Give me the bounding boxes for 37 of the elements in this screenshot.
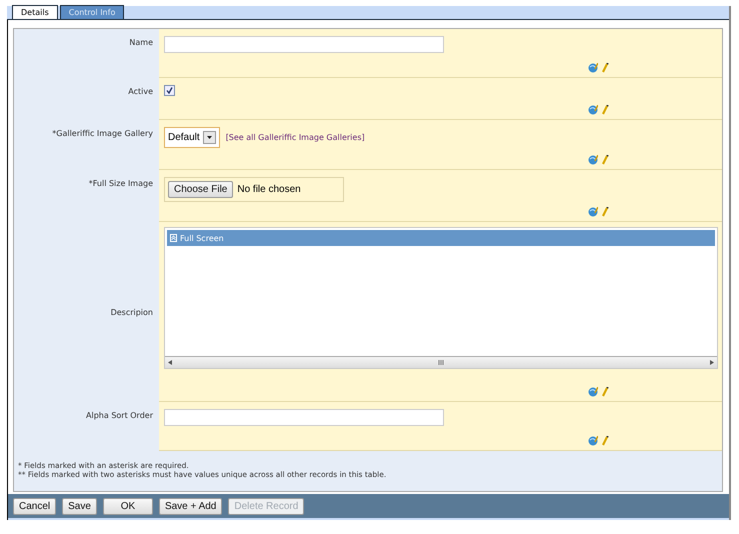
gallery-dropdown[interactable]: Default <box>164 127 220 148</box>
pencil-icon[interactable] <box>601 155 609 165</box>
text-field[interactable] <box>164 36 444 53</box>
checkbox[interactable] <box>164 85 175 96</box>
field-label: Alpha Sort Order <box>85 410 154 420</box>
help-icon[interactable] <box>588 387 598 397</box>
field-label: *Full Size Image <box>88 178 154 188</box>
help-icon[interactable] <box>588 105 598 115</box>
caret-icon <box>206 136 212 139</box>
pencil-icon[interactable] <box>601 387 609 397</box>
scroll-left-icon[interactable] <box>168 360 172 365</box>
file-field[interactable]: Choose File No file chosen <box>164 177 344 202</box>
help-icon[interactable] <box>588 155 598 165</box>
action-button[interactable]: Save <box>62 498 97 514</box>
galleries-link[interactable]: [See all Galleriffic Image Galleries] <box>226 133 365 142</box>
tab[interactable]: Details <box>12 5 58 19</box>
field-label: *Galleriffic Image Gallery <box>51 128 154 138</box>
help-icon[interactable] <box>588 63 598 73</box>
scroll-right-icon[interactable] <box>710 360 714 365</box>
pencil-icon[interactable] <box>601 105 609 115</box>
file-status: No file chosen <box>237 184 301 195</box>
pencil-icon[interactable] <box>601 63 609 73</box>
horizontal-scrollbar[interactable] <box>165 356 717 368</box>
action-button[interactable]: Cancel <box>13 498 56 514</box>
chevrons-up-icon <box>170 234 177 242</box>
pencil-icon[interactable] <box>601 436 609 446</box>
field-label: Name <box>128 37 154 47</box>
field-label: Active <box>127 86 154 96</box>
pencil-icon[interactable] <box>601 207 609 217</box>
choose-file-button[interactable]: Choose File <box>168 181 234 198</box>
help-icon[interactable] <box>588 436 598 446</box>
action-button[interactable]: OK <box>102 498 153 514</box>
field-label: Descripion <box>110 308 154 316</box>
action-button[interactable]: Save + Add <box>158 498 222 514</box>
help-icon[interactable] <box>588 207 598 217</box>
scroll-grip-icon[interactable] <box>438 360 444 365</box>
text-field[interactable] <box>164 409 444 426</box>
